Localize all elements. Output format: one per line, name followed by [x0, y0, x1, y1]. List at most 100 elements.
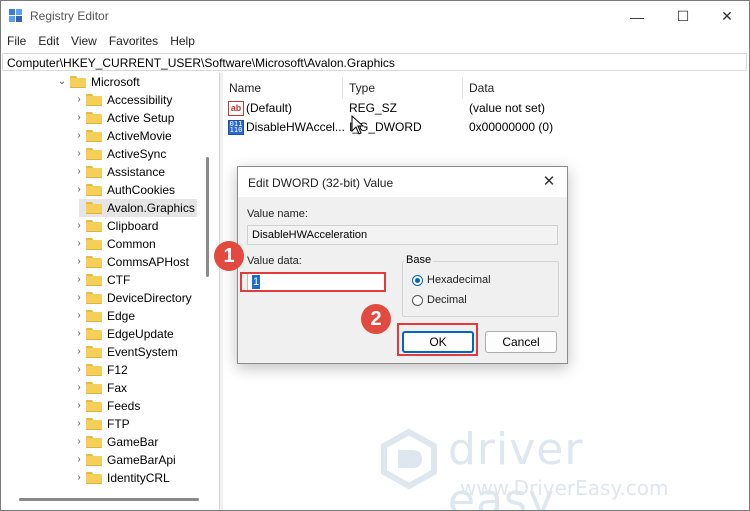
chevron-down-icon[interactable]: ⌄	[57, 73, 67, 91]
tree-item-label: Common	[107, 237, 156, 251]
chevron-right-icon[interactable]: ›	[74, 289, 84, 307]
column-header-data[interactable]: Data	[469, 77, 494, 99]
chevron-right-icon[interactable]: ›	[74, 469, 84, 487]
radio-decimal-label[interactable]: Decimal	[427, 294, 467, 306]
tree-item-label: CTF	[107, 273, 131, 287]
folder-icon	[86, 292, 102, 304]
tree-item[interactable]: › ActiveSync	[1, 145, 215, 163]
chevron-right-icon[interactable]: ›	[74, 91, 84, 109]
step-1-badge: 1	[214, 241, 244, 271]
tree-horizontal-scrollbar[interactable]	[1, 493, 215, 507]
registry-tree: ⌄ Microsoft › Accessibility › Active Setup ›…	[1, 73, 215, 493]
tree-item[interactable]: › Fax	[1, 379, 215, 397]
minimize-button[interactable]: —	[614, 1, 660, 32]
radio-decimal[interactable]	[412, 295, 423, 306]
chevron-right-icon[interactable]: ›	[74, 217, 84, 235]
menu-file[interactable]: File	[1, 32, 32, 52]
tree-item-microsoft[interactable]: ⌄ Microsoft	[1, 73, 215, 91]
chevron-right-icon[interactable]: ›	[74, 361, 84, 379]
pane-splitter[interactable]	[219, 73, 223, 510]
tree-item[interactable]: › Active Setup	[1, 109, 215, 127]
tree-item-label: Active Setup	[107, 111, 175, 125]
chevron-right-icon[interactable]: ›	[74, 307, 84, 325]
menu-edit[interactable]: Edit	[32, 32, 65, 52]
chevron-right-icon[interactable]: ›	[74, 433, 84, 451]
tree-item[interactable]: › Edge	[1, 307, 215, 325]
chevron-right-icon[interactable]: ›	[74, 235, 84, 253]
radio-hexadecimal-label[interactable]: Hexadecimal	[427, 274, 491, 286]
menu-view[interactable]: View	[65, 32, 103, 52]
tree-item-label: Clipboard	[107, 219, 159, 233]
column-header-type[interactable]: Type	[349, 77, 375, 99]
tree-item-label: Avalon.Graphics	[107, 201, 195, 215]
tree-vertical-scrollbar[interactable]	[203, 73, 215, 493]
value-name-field[interactable]: DisableHWAcceleration	[247, 225, 558, 245]
tree-item[interactable]: › AuthCookies	[1, 181, 215, 199]
binary-value-icon: 011 110	[228, 120, 244, 135]
menu-favorites[interactable]: Favorites	[103, 32, 164, 52]
menu-help[interactable]: Help	[164, 32, 201, 52]
chevron-right-icon[interactable]: ›	[74, 181, 84, 199]
tree-item-label: EventSystem	[107, 345, 178, 359]
tree-item[interactable]: Avalon.Graphics	[79, 199, 197, 217]
cancel-button[interactable]: Cancel	[485, 331, 557, 353]
tree-item[interactable]: › FTP	[1, 415, 215, 433]
column-divider[interactable]	[462, 77, 463, 99]
tree-item[interactable]: › Assistance	[1, 163, 215, 181]
close-button[interactable]: ✕	[704, 1, 749, 32]
tree-item[interactable]: › Common	[1, 235, 215, 253]
folder-icon	[86, 202, 102, 214]
tree-item-label: Accessibility	[107, 93, 173, 107]
chevron-right-icon[interactable]: ›	[74, 451, 84, 469]
tree-item[interactable]: › EdgeUpdate	[1, 325, 215, 343]
tree-item[interactable]: › IdentityCRL	[1, 469, 215, 487]
chevron-right-icon[interactable]: ›	[74, 415, 84, 433]
radio-hexadecimal[interactable]	[412, 275, 423, 286]
chevron-right-icon[interactable]: ›	[74, 379, 84, 397]
chevron-right-icon[interactable]: ›	[74, 343, 84, 361]
registry-editor-icon	[9, 9, 22, 22]
folder-icon	[86, 436, 102, 448]
value-name-label: Value name:	[247, 208, 308, 220]
chevron-right-icon[interactable]: ›	[74, 325, 84, 343]
scrollbar-thumb[interactable]	[206, 157, 209, 277]
chevron-right-icon[interactable]: ›	[74, 127, 84, 145]
chevron-right-icon[interactable]: ›	[74, 271, 84, 289]
value-row[interactable]: 011 110 DisableHWAccel... I_G_DWORD 0x000…	[228, 118, 748, 136]
tree-item[interactable]: › DeviceDirectory	[1, 289, 215, 307]
column-divider[interactable]	[342, 77, 343, 99]
tree-item-label: Fax	[107, 381, 128, 395]
tree-item[interactable]: › Clipboard	[1, 217, 215, 235]
tree-item[interactable]: › GameBarApi	[1, 451, 215, 469]
tree-item[interactable]: › CommsAPHost	[1, 253, 215, 271]
chevron-right-icon[interactable]: ›	[74, 253, 84, 271]
folder-icon	[86, 148, 102, 160]
tree-item[interactable]: › CTF	[1, 271, 215, 289]
chevron-right-icon[interactable]: ›	[74, 145, 84, 163]
menu-bar: File Edit View Favorites Help	[1, 32, 749, 52]
chevron-right-icon[interactable]: ›	[74, 163, 84, 181]
tree-item-label: CommsAPHost	[107, 255, 190, 269]
tree-item[interactable]: › Accessibility	[1, 91, 215, 109]
tree-item-label: Edge	[107, 309, 136, 323]
column-header-name[interactable]: Name	[229, 77, 261, 99]
maximize-button[interactable]: ☐	[660, 1, 706, 32]
dialog-close-button[interactable]: ✕	[539, 172, 559, 192]
address-bar[interactable]: Computer\HKEY_CURRENT_USER\Software\Micr…	[2, 53, 747, 71]
tree-item[interactable]: › F12	[1, 361, 215, 379]
tree-item-label: F12	[107, 363, 128, 377]
chevron-right-icon[interactable]: ›	[74, 397, 84, 415]
tree-item[interactable]: › GameBar	[1, 433, 215, 451]
highlight-value-data	[240, 272, 386, 292]
chevron-right-icon[interactable]: ›	[74, 109, 84, 127]
tree-item[interactable]: › EventSystem	[1, 343, 215, 361]
tree-item[interactable]: › ActiveMovie	[1, 127, 215, 145]
value-row[interactable]: ab (Default) REG_SZ (value not set)	[228, 99, 748, 117]
folder-icon	[86, 328, 102, 340]
base-group-title: Base	[404, 254, 434, 266]
scrollbar-thumb[interactable]	[19, 498, 199, 501]
tree-item[interactable]: › Feeds	[1, 397, 215, 415]
tree-item-label: EdgeUpdate	[107, 327, 174, 341]
folder-open-icon	[70, 76, 86, 88]
folder-icon	[86, 382, 102, 394]
